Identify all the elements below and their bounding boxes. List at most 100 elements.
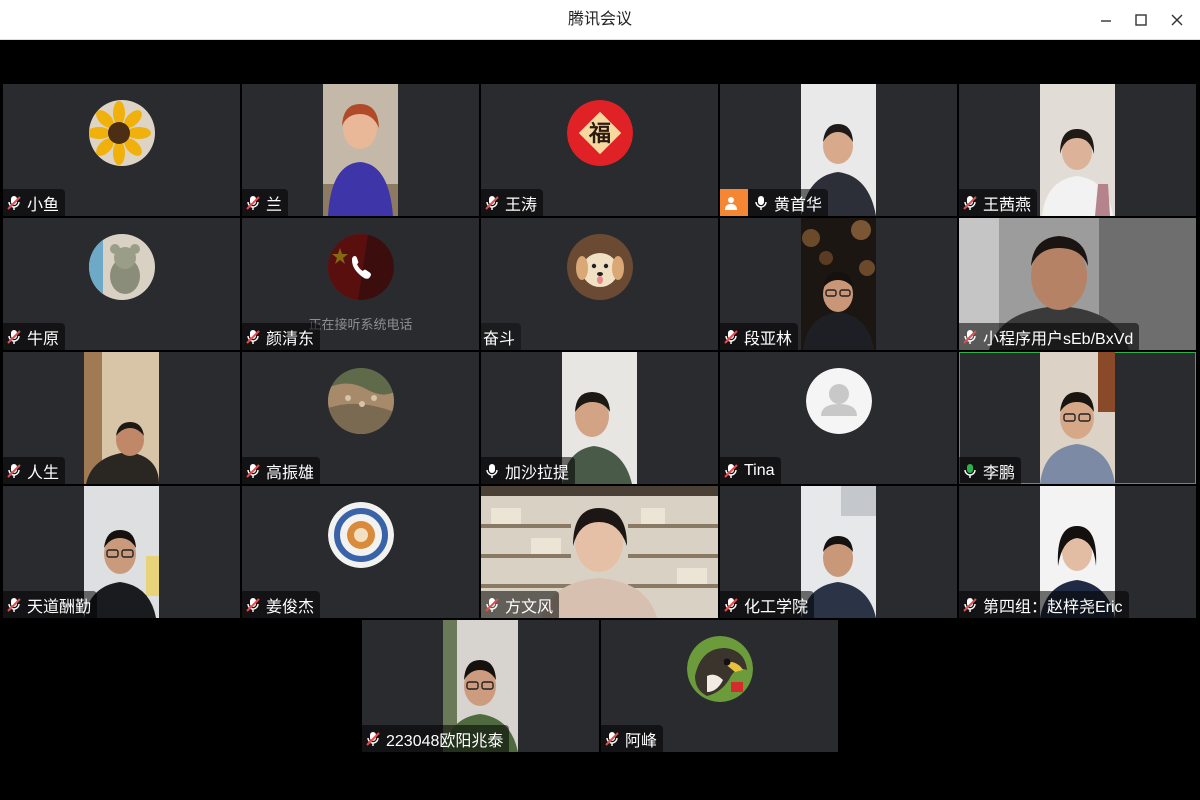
participant-tile[interactable]: 姜俊杰 xyxy=(242,486,479,618)
participant-name-tag: Tina xyxy=(720,457,781,484)
participant-video xyxy=(323,84,398,216)
participant-tile[interactable]: 正在接听系统电话 颜清东 xyxy=(242,218,479,350)
video-gallery: 小鱼 兰 福 王涛 黄首华 王茜燕 牛原 正在接听系统电话 颜清东 奋斗 段亚林… xyxy=(0,40,1200,800)
participant-name: Tina xyxy=(744,461,775,479)
fu-avatar: 福 xyxy=(567,100,633,166)
close-icon xyxy=(1171,14,1183,26)
participant-tile[interactable]: 223048欧阳兆泰 xyxy=(362,620,599,752)
participant-name: 姜俊杰 xyxy=(266,598,315,616)
participant-name-tag: 加沙拉提 xyxy=(481,457,576,484)
participant-name: 天道酬勤 xyxy=(27,598,92,616)
participant-name: 黄首华 xyxy=(774,196,823,214)
participant-name-tag: 奋斗 xyxy=(481,323,522,350)
participant-name: 阿峰 xyxy=(625,732,658,750)
participant-tile[interactable]: 人生 xyxy=(3,352,240,484)
participant-name: 王茜燕 xyxy=(983,196,1032,214)
participant-name: 小鱼 xyxy=(27,196,60,214)
mic-muted-icon xyxy=(963,597,977,612)
participant-name: 高振雄 xyxy=(266,464,315,482)
participant-tile[interactable]: 兰 xyxy=(242,84,479,216)
fu-character: 福 xyxy=(588,121,611,147)
share-screen-icon xyxy=(720,189,748,216)
window-title: 腾讯会议 xyxy=(567,11,632,28)
participant-name: 牛原 xyxy=(27,330,60,348)
participant-tile[interactable]: 阿峰 xyxy=(601,620,838,752)
participant-tile[interactable]: Tina xyxy=(720,352,957,484)
maximize-icon xyxy=(1135,14,1147,26)
participant-name: 方文风 xyxy=(505,598,554,616)
falcon-avatar xyxy=(687,636,753,702)
participant-tile[interactable]: 黄首华 xyxy=(720,84,957,216)
mic-muted-icon xyxy=(724,463,738,478)
participant-name: 人生 xyxy=(27,464,60,482)
mic-muted-icon xyxy=(724,329,738,344)
mic-muted-icon xyxy=(246,463,260,478)
mic-muted-icon xyxy=(7,195,21,210)
ornament-avatar xyxy=(328,502,394,568)
close-button[interactable] xyxy=(1165,8,1189,32)
mic-muted-icon xyxy=(246,195,260,210)
participant-name-tag: 小鱼 xyxy=(3,189,66,216)
participant-name: 223048欧阳兆泰 xyxy=(386,732,504,750)
participant-name: 兰 xyxy=(266,196,283,214)
participant-name-tag: 牛原 xyxy=(3,323,66,350)
participant-name: 段亚林 xyxy=(744,330,793,348)
mic-muted-icon xyxy=(7,329,21,344)
participant-name-tag: 黄首华 xyxy=(720,189,829,216)
participant-name-tag: 颜清东 xyxy=(242,323,321,350)
mic-muted-icon xyxy=(366,731,380,746)
title-bar: 腾讯会议 xyxy=(0,0,1200,40)
toy-avatar xyxy=(89,234,155,300)
participant-name: 颜清东 xyxy=(266,330,315,348)
participant-tile[interactable]: 奋斗 xyxy=(481,218,718,350)
mic-muted-icon xyxy=(963,195,977,210)
participant-name-tag: 高振雄 xyxy=(242,457,321,484)
mic-muted-icon xyxy=(724,597,738,612)
puppy-avatar xyxy=(567,234,633,300)
flag-avatar xyxy=(328,234,394,300)
participant-name-tag: 人生 xyxy=(3,457,66,484)
mic-icon xyxy=(486,463,498,478)
participant-name: 奋斗 xyxy=(483,330,516,348)
participant-video xyxy=(1040,352,1115,484)
participant-tile[interactable]: 段亚林 xyxy=(720,218,957,350)
participant-name: 王涛 xyxy=(505,196,538,214)
participant-name-tag: 王涛 xyxy=(481,189,544,216)
minimize-icon xyxy=(1101,20,1111,22)
participant-video xyxy=(84,352,159,484)
participant-name: 李鹏 xyxy=(983,464,1016,482)
participant-tile[interactable]: 化工学院 xyxy=(720,486,957,618)
participant-name-tag: 方文风 xyxy=(481,591,560,618)
minimize-button[interactable] xyxy=(1094,8,1118,32)
landscape-avatar xyxy=(328,368,394,434)
participant-name-tag: 第四组：赵梓尧Eric xyxy=(959,591,1129,618)
participant-tile-speaking[interactable]: 李鹏 xyxy=(959,352,1196,484)
participant-tile[interactable]: 第四组：赵梓尧Eric xyxy=(959,486,1196,618)
mic-muted-icon xyxy=(485,597,499,612)
participant-name: 小程序用户sEb/BxVd xyxy=(983,330,1134,348)
maximize-button[interactable] xyxy=(1129,8,1153,32)
participant-tile[interactable]: 高振雄 xyxy=(242,352,479,484)
mic-muted-icon xyxy=(963,329,977,344)
participant-name-tag: 天道酬勤 xyxy=(3,591,98,618)
participant-tile[interactable]: 福 王涛 xyxy=(481,84,718,216)
participant-video xyxy=(1040,84,1115,216)
participant-name: 化工学院 xyxy=(744,598,809,616)
participant-name: 第四组：赵梓尧Eric xyxy=(983,598,1123,616)
participant-tile[interactable]: 加沙拉提 xyxy=(481,352,718,484)
participant-tile[interactable]: 方文风 xyxy=(481,486,718,618)
mic-muted-icon xyxy=(485,195,499,210)
participant-tile[interactable]: 王茜燕 xyxy=(959,84,1196,216)
participant-tile[interactable]: 牛原 xyxy=(3,218,240,350)
participant-tile[interactable]: 天道酬勤 xyxy=(3,486,240,618)
participant-name-tag: 姜俊杰 xyxy=(242,591,321,618)
participant-name-tag: 阿峰 xyxy=(601,725,664,752)
sunflower-avatar xyxy=(89,100,155,166)
participant-tile[interactable]: 小程序用户sEb/BxVd xyxy=(959,218,1196,350)
participant-name-tag: 兰 xyxy=(242,189,289,216)
mic-muted-icon xyxy=(246,329,260,344)
mic-icon xyxy=(755,195,767,210)
participant-video xyxy=(801,218,876,350)
participant-tile[interactable]: 小鱼 xyxy=(3,84,240,216)
participant-name-tag: 223048欧阳兆泰 xyxy=(362,725,510,752)
